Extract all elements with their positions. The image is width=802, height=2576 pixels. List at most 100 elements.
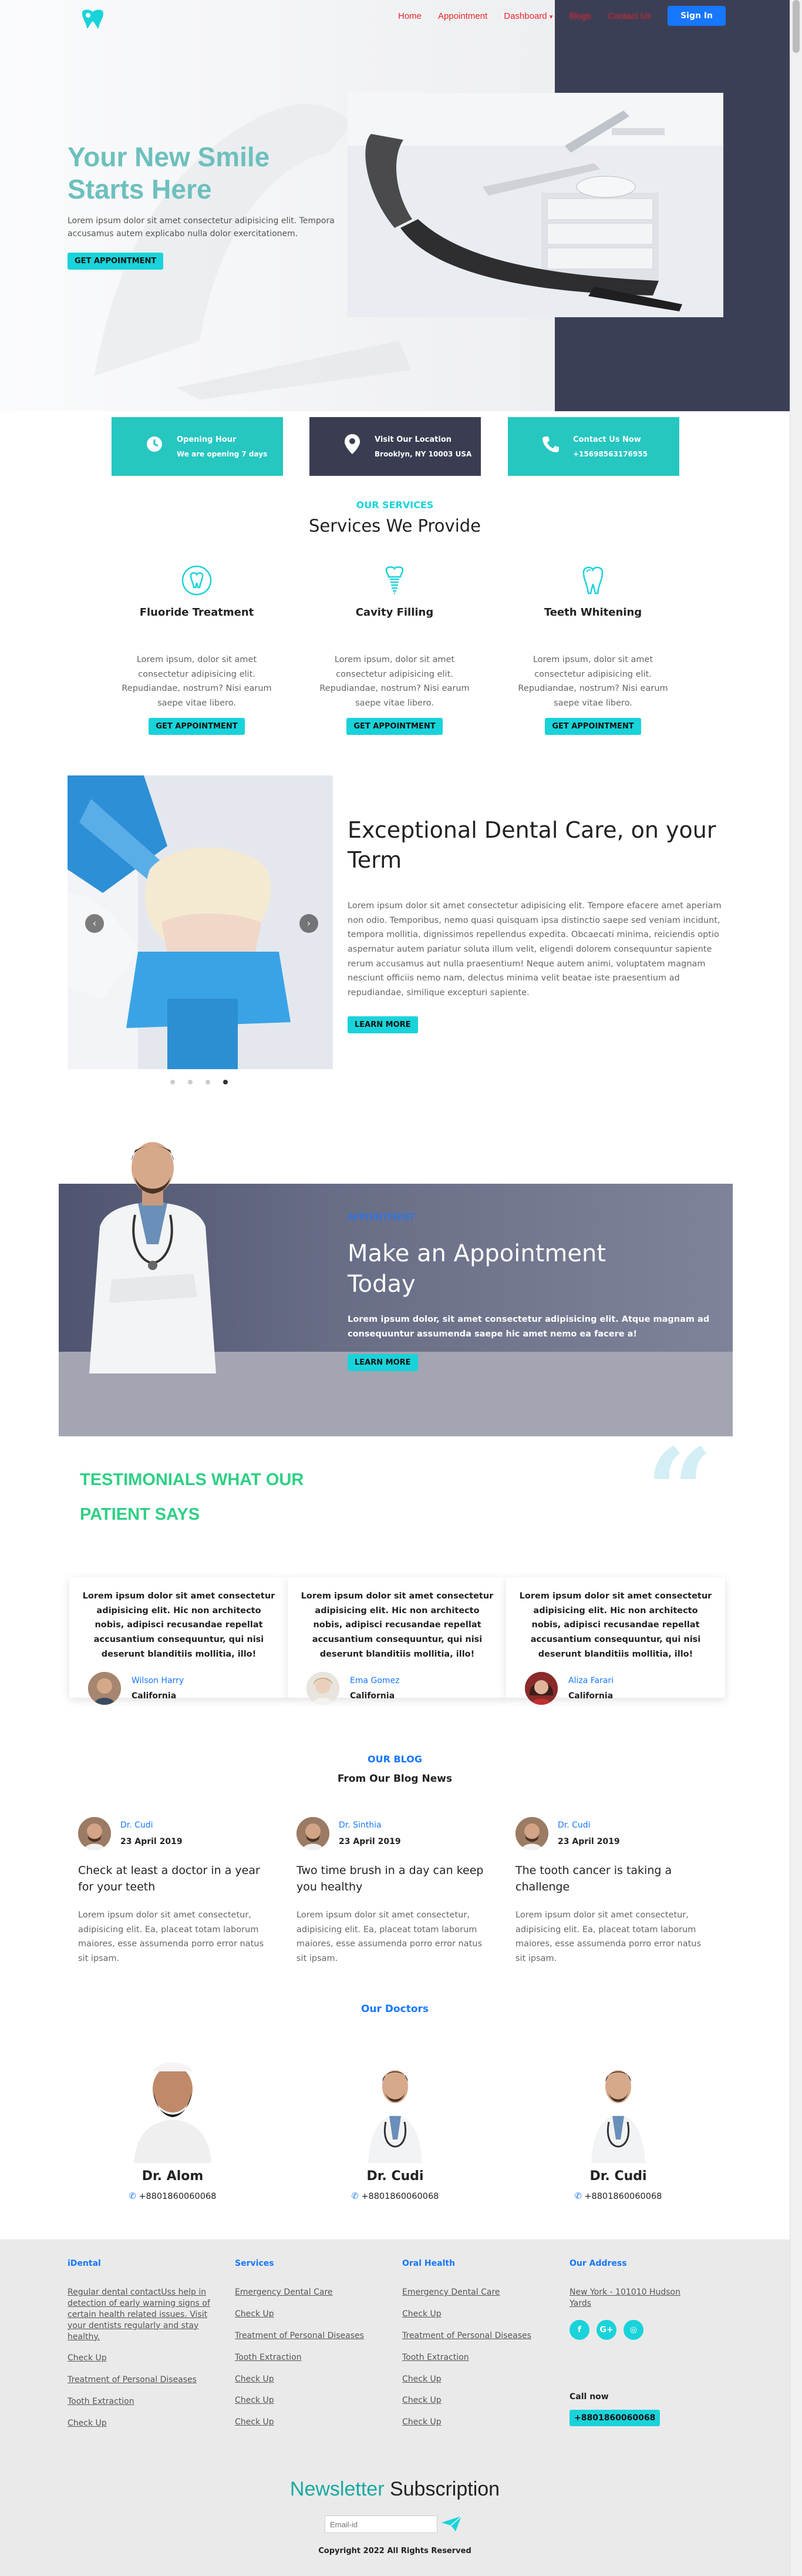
newsletter-word1: Newsletter [289, 2478, 385, 2500]
nav-home[interactable]: Home [398, 11, 422, 21]
author-avatar [515, 1817, 548, 1850]
footer-link[interactable]: Regular dental contactUss help in detect… [68, 2287, 214, 2342]
phone-icon [540, 435, 561, 458]
nav-dashboard[interactable]: Dashboard ▾ [504, 11, 552, 21]
blog-kicker: OUR BLOG [367, 1754, 423, 1765]
tooth-shield-icon [112, 564, 282, 599]
service-appointment-button[interactable]: GET APPOINTMENT [346, 717, 443, 735]
blog-card[interactable]: Dr. Cudi 23 April 2019 Check at least a d… [68, 1811, 279, 1979]
blog-card[interactable]: Dr. Sinthia 23 April 2019 Two time brush … [286, 1811, 497, 1979]
doctor-phone: +8801860060068 [139, 2192, 217, 2201]
testimonial-text: Lorem ipsum dolor sit amet consectetur a… [301, 1591, 494, 1659]
carousel-next-icon[interactable]: › [299, 914, 318, 933]
learn-more-button[interactable]: LEARN MORE [348, 1016, 418, 1033]
service-desc: Lorem ipsum, dolor sit amet consectetur … [122, 655, 272, 708]
main-nav: Home Appointment Dashboard ▾ Blogs Conta… [398, 6, 726, 26]
blog-post-body: Lorem ipsum dolor sit amet consectetur, … [78, 1910, 264, 1964]
footer-link[interactable]: Check Up [402, 2374, 543, 2385]
footer-col-title: Services [235, 2259, 274, 2268]
services-title: Services We Provide [308, 516, 481, 536]
footer-link[interactable]: Treatment of Personal Diseases [235, 2330, 376, 2342]
footer-link[interactable]: Check Up [235, 2309, 376, 2320]
nav-dashboard-label: Dashboard [504, 11, 547, 21]
newsletter-email-input[interactable] [325, 2515, 437, 2533]
footer-col-services: Services Emergency Dental Care Check Up … [235, 2259, 376, 2439]
carousel-prev-icon[interactable]: ‹ [85, 914, 104, 933]
exceptional-title: Exceptional Dental Care, on your Term [348, 817, 716, 874]
facebook-icon[interactable]: f [570, 2319, 589, 2340]
footer-link[interactable]: Check Up [235, 2395, 376, 2406]
phone-icon: ✆ [574, 2192, 582, 2201]
service-name: Fluoride Treatment [139, 606, 254, 619]
phone-icon: ✆ [351, 2192, 359, 2201]
nav-contact[interactable]: Contact Us [608, 11, 651, 21]
blog-title: From Our Blog News [337, 1773, 453, 1785]
footer-link[interactable]: Tooth Extraction [402, 2352, 543, 2363]
footer-link[interactable]: Check Up [402, 2395, 543, 2406]
footer-link[interactable]: Tooth Extraction [235, 2352, 376, 2363]
testimonial-name: Wilson Harry [132, 1676, 184, 1686]
nav-blogs[interactable]: Blogs [569, 11, 591, 21]
footer-link[interactable]: Treatment of Personal Diseases [68, 2375, 214, 2386]
testimonial-card: Lorem ipsum dolor sit amet consectetur a… [288, 1577, 507, 1705]
social-icons: f G+ ◎ [570, 2319, 699, 2340]
doctor-photo [568, 2051, 669, 2163]
logo-icon[interactable] [76, 7, 109, 31]
footer-link[interactable]: Check Up [402, 2417, 543, 2428]
blog-post-title[interactable]: Check at least a doctor in a year for yo… [78, 1863, 268, 1895]
carousel-dot[interactable] [188, 1080, 193, 1084]
page-scrollbar[interactable] [790, 0, 802, 2576]
testimonials-title: TESTIMONIALS WHAT OUR PATIENT SAYS [80, 1470, 304, 1524]
footer-col-title: iDental [68, 2259, 101, 2268]
footer-link[interactable]: Check Up [402, 2309, 543, 2320]
instagram-icon[interactable]: ◎ [624, 2319, 643, 2340]
footer-address-link[interactable]: New York - 101010 Hudson Yards [570, 2287, 699, 2309]
service-appointment-button[interactable]: GET APPOINTMENT [149, 717, 245, 735]
service-name: Teeth Whitening [544, 606, 642, 619]
nav-appointment[interactable]: Appointment [438, 11, 487, 21]
blog-date: 23 April 2019 [120, 1837, 183, 1846]
tooth-icon [508, 564, 678, 599]
blog-post-title[interactable]: Two time brush in a day can keep you hea… [296, 1863, 487, 1895]
blog-card[interactable]: Dr. Cudi 23 April 2019 The tooth cancer i… [505, 1811, 716, 1979]
carousel-dot-active[interactable] [223, 1080, 228, 1084]
carousel-dot[interactable] [205, 1080, 210, 1084]
service-appointment-button[interactable]: GET APPOINTMENT [545, 717, 641, 735]
info-card-contact: Contact Us Now +15698563176955 [508, 417, 679, 476]
testimonial-card: Lorem ipsum dolor sit amet consectetur a… [506, 1577, 725, 1705]
carousel-dot[interactable] [170, 1080, 175, 1084]
footer-link[interactable]: Treatment of Personal Diseases [402, 2330, 543, 2342]
testimonial-location: California [132, 1691, 177, 1701]
footer-link[interactable]: Emergency Dental Care [235, 2287, 376, 2298]
testimonial-text: Lorem ipsum dolor sit amet consectetur a… [519, 1591, 712, 1659]
testimonial-location: California [350, 1691, 395, 1701]
footer-link[interactable]: Check Up [68, 2353, 214, 2364]
blog-post-title[interactable]: The tooth cancer is taking a challenge [515, 1863, 706, 1895]
avatar [525, 1672, 558, 1705]
hero-appointment-button[interactable]: GET APPOINTMENT [68, 253, 164, 270]
caret-down-icon: ▾ [549, 13, 553, 21]
appointment-learn-more-button[interactable]: LEARN MORE [348, 1354, 418, 1371]
google-plus-icon[interactable]: G+ [597, 2319, 616, 2340]
footer-link[interactable]: Check Up [235, 2417, 376, 2428]
doctors-kicker: Our Doctors [360, 2003, 429, 2015]
signin-button[interactable]: Sign In [668, 6, 726, 26]
blog-author: Dr. Cudi [558, 1821, 591, 1830]
send-icon[interactable] [440, 2515, 463, 2533]
info-title: Opening Hour [177, 435, 237, 444]
appointment-kicker: APPOINTMENT [348, 1211, 415, 1222]
carousel-dots [170, 1080, 228, 1084]
avatar [306, 1672, 339, 1705]
footer-link[interactable]: Emergency Dental Care [402, 2287, 543, 2298]
blog-post-body: Lorem ipsum dolor sit amet consectetur, … [515, 1910, 702, 1964]
call-now-number[interactable]: +8801860060068 [570, 2410, 661, 2426]
footer-link[interactable]: Check Up [68, 2418, 214, 2429]
doctor-card: Dr. Alom ✆ +8801860060068 [114, 2051, 231, 2201]
doctor-image [82, 1127, 223, 1379]
info-title: Visit Our Location [375, 435, 452, 444]
info-sub: Brooklyn, NY 10003 USA [375, 449, 472, 458]
footer-link[interactable]: Check Up [235, 2374, 376, 2385]
footer-col-title: Our Address [570, 2259, 627, 2268]
hero-image-dental-chair [348, 93, 723, 317]
footer-link[interactable]: Tooth Extraction [68, 2396, 214, 2407]
